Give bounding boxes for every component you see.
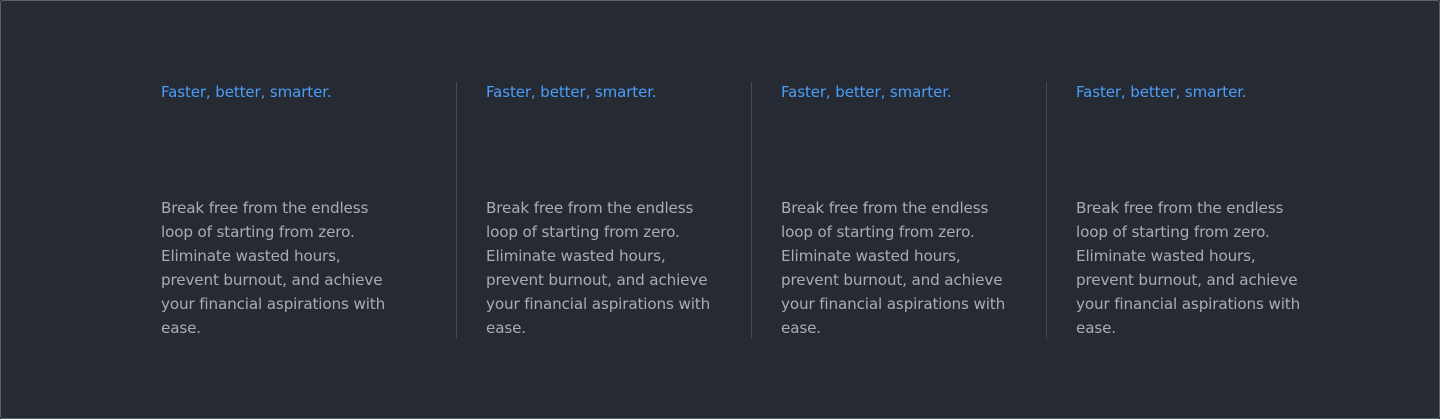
feature-description: Break free from the endless loop of star… [1076,199,1301,337]
feature-column-1: Faster, better, smarter. Break free from… [161,82,456,339]
feature-description: Break free from the endless loop of star… [486,199,711,337]
feature-title: Faster, better, smarter. [781,83,952,101]
feature-description: Break free from the endless loop of star… [781,199,1006,337]
feature-columns: Faster, better, smarter. Break free from… [161,82,1341,339]
feature-column-2: Faster, better, smarter. Break free from… [456,82,751,339]
feature-title: Faster, better, smarter. [1076,83,1247,101]
feature-section: Faster, better, smarter. Break free from… [0,0,1440,419]
feature-title: Faster, better, smarter. [161,83,332,101]
feature-column-4: Faster, better, smarter. Break free from… [1046,82,1341,339]
feature-description: Break free from the endless loop of star… [161,199,386,337]
feature-title: Faster, better, smarter. [486,83,657,101]
feature-column-3: Faster, better, smarter. Break free from… [751,82,1046,339]
